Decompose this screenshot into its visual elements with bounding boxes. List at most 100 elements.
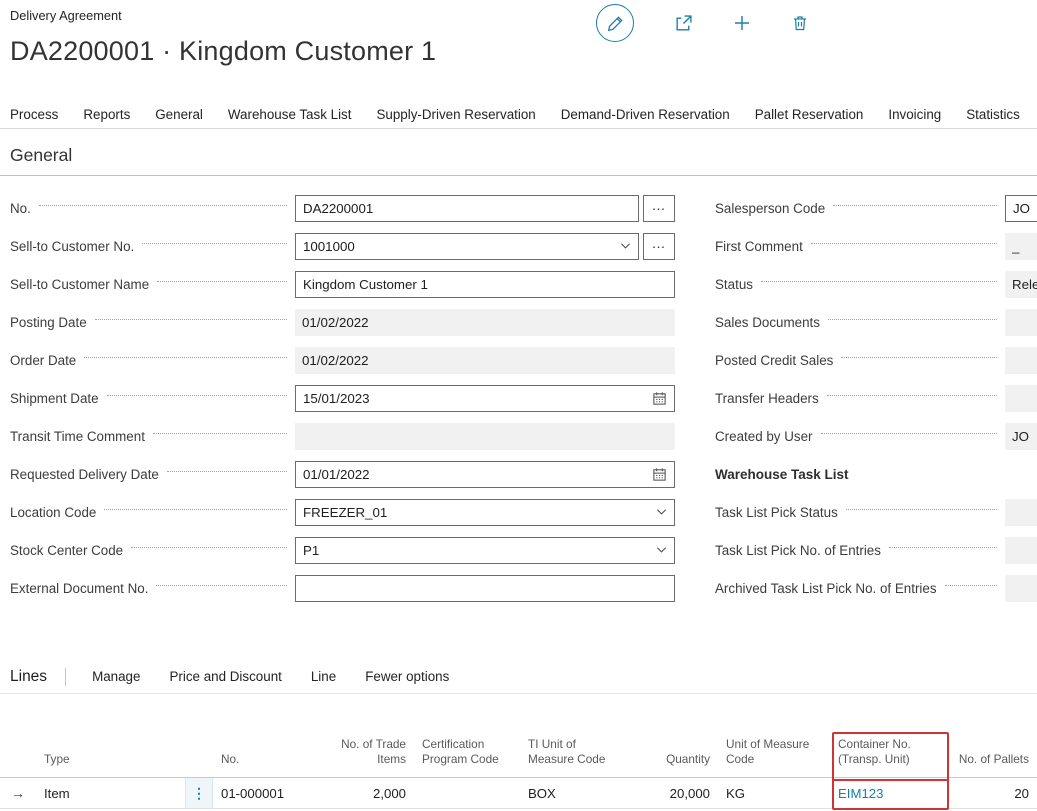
tab-reports[interactable]: Reports [83,107,130,122]
field-sell-to-customer-no: Sell-to Customer No. 1001000 [10,227,675,265]
dotted-leader [846,509,997,510]
dotted-leader [39,205,287,206]
field-label: Task List Pick No. of Entries [715,543,881,558]
cell-container-no[interactable]: EIM123 [830,778,950,808]
field-posted-credit-sales: Posted Credit Sales [675,341,1037,379]
edit-button[interactable] [596,4,634,42]
dotted-leader [821,433,998,434]
menu-fewer-options[interactable]: Fewer options [365,669,449,684]
general-section-heading: General [0,145,1037,176]
posted-credit-sales-value [1005,347,1037,374]
tab-supply-driven-reservation[interactable]: Supply-Driven Reservation [376,107,535,122]
stock-center-code-input[interactable]: P1 [295,537,675,564]
cell-certification-program-code[interactable] [414,778,520,808]
location-code-input[interactable]: FREEZER_01 [295,499,675,526]
shipment-date-input[interactable]: 15/01/2023 [295,385,675,412]
col-certification-program-code[interactable]: Certification Program Code [414,694,520,777]
page-title: DA2200001 · Kingdom Customer 1 [10,36,436,67]
no-input[interactable]: DA2200001 [295,195,639,222]
dotted-leader [142,243,287,244]
lines-title: Lines [10,668,47,686]
field-label: Stock Center Code [10,543,123,558]
tab-invoicing[interactable]: Invoicing [888,107,941,122]
field-label: Order Date [10,353,76,368]
external-document-no-input[interactable] [295,575,675,602]
field-status: Status Released [675,265,1037,303]
menu-manage[interactable]: Manage [92,669,140,684]
tab-general[interactable]: General [155,107,203,122]
calendar-icon[interactable] [652,391,667,406]
first-comment-value: _ [1005,233,1037,260]
field-label: Posted Credit Sales [715,353,833,368]
cell-quantity[interactable]: 20,000 [625,778,718,808]
cell-no-of-pallets[interactable]: 20 [950,778,1037,808]
breadcrumb[interactable]: Delivery Agreement [10,8,122,23]
new-button[interactable] [733,14,751,32]
cell-type[interactable]: Item [36,778,185,808]
dotted-leader [95,319,287,320]
cell-ti-unit-of-measure-code[interactable]: BOX [520,778,625,808]
dotted-leader [84,357,287,358]
share-button[interactable] [674,14,693,33]
col-no-of-pallets[interactable]: No. of Pallets [950,694,1037,777]
chevron-down-icon[interactable] [620,242,631,250]
field-task-list-pick-status: Task List Pick Status [675,493,1037,531]
sell-to-customer-no-assist-button[interactable] [643,233,675,260]
col-no-of-trade-items[interactable]: No. of Trade Items [330,694,414,777]
requested-delivery-date-input[interactable]: 01/01/2022 [295,461,675,488]
field-label: External Document No. [10,581,148,596]
col-type[interactable]: Type [36,694,185,777]
tab-process[interactable]: Process [10,107,58,122]
table-row: Item 01-000001 2,000 BOX 20,000 KG EIM12… [0,778,1037,809]
dotted-leader [827,395,997,396]
col-container-no[interactable]: Container No. (Transp. Unit) [830,694,950,777]
general-fields-right: Salesperson Code JO First Comment _ Stat… [675,189,1037,607]
col-unit-of-measure-code[interactable]: Unit of Measure Code [718,694,830,777]
dotted-leader [833,205,997,206]
field-first-comment: First Comment _ [675,227,1037,265]
field-transit-time-comment: Transit Time Comment [10,417,675,455]
salesperson-code-input[interactable]: JO [1005,195,1037,222]
cell-no[interactable]: 01-000001 [213,778,330,808]
dotted-leader [841,357,997,358]
sell-to-customer-name-input[interactable]: Kingdom Customer 1 [295,271,675,298]
row-indicator-header [0,694,36,777]
general-section: General No. DA2200001 Sell-to Customer N… [0,145,1037,607]
col-no[interactable]: No. [213,694,330,777]
field-label: Salesperson Code [715,201,825,216]
tab-warehouse-task-list[interactable]: Warehouse Task List [228,107,352,122]
field-label: Task List Pick Status [715,505,838,520]
warehouse-task-list-group-heading: Warehouse Task List [675,455,1037,493]
delete-button[interactable] [791,14,809,32]
order-date-value: 01/02/2022 [295,347,675,374]
task-list-pick-status-value [1005,499,1037,526]
col-row-menu [185,694,213,777]
cell-unit-of-measure-code[interactable]: KG [718,778,830,808]
cell-no-of-trade-items[interactable]: 2,000 [330,778,414,808]
field-requested-delivery-date: Requested Delivery Date 01/01/2022 [10,455,675,493]
transfer-headers-value [1005,385,1037,412]
menu-price-and-discount[interactable]: Price and Discount [169,669,281,684]
dotted-leader [157,281,287,282]
chevron-down-icon[interactable] [656,546,667,554]
field-label: Sales Documents [715,315,820,330]
field-label: Status [715,277,753,292]
no-assist-button[interactable] [643,195,675,222]
col-quantity[interactable]: Quantity [625,694,718,777]
tab-statistics[interactable]: Statistics [966,107,1020,122]
sales-documents-value [1005,309,1037,336]
field-label: First Comment [715,239,803,254]
chevron-down-icon[interactable] [656,508,667,516]
tab-pallet-reservation[interactable]: Pallet Reservation [755,107,864,122]
field-label: Requested Delivery Date [10,467,159,482]
calendar-icon[interactable] [652,467,667,482]
field-no: No. DA2200001 [10,189,675,227]
col-ti-unit-of-measure-code[interactable]: TI Unit of Measure Code [520,694,625,777]
field-label: Transit Time Comment [10,429,145,444]
sell-to-customer-no-input[interactable]: 1001000 [295,233,639,260]
menu-line[interactable]: Line [311,669,336,684]
lines-menu: Manage Price and Discount Line Fewer opt… [92,669,449,684]
posting-date-value: 01/02/2022 [295,309,675,336]
tab-demand-driven-reservation[interactable]: Demand-Driven Reservation [561,107,730,122]
row-ellipsis-menu-icon[interactable] [185,778,213,808]
